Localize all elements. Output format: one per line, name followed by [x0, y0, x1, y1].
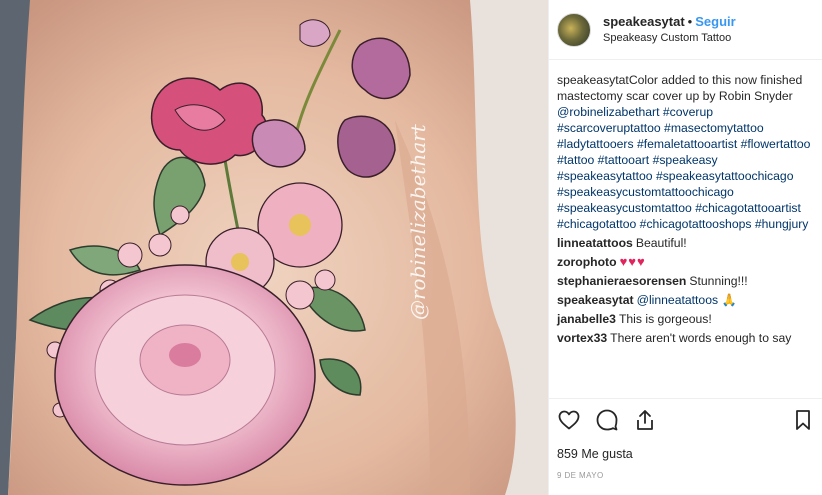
- hashtag-link[interactable]: #flowertattoo: [741, 137, 811, 151]
- hashtag-link[interactable]: #masectomytattoo: [664, 121, 764, 135]
- action-bar: [557, 407, 815, 433]
- comment-item: zorophoto ♥♥♥: [557, 254, 815, 270]
- post-photo[interactable]: @robinelizabethart: [0, 0, 548, 495]
- caption-username[interactable]: speakeasytat: [557, 73, 629, 87]
- hashtag-link[interactable]: #femaletattooartist: [637, 137, 737, 151]
- likes-count[interactable]: 859 Me gusta: [557, 447, 815, 461]
- hashtag-link[interactable]: #speakeasy: [653, 153, 718, 167]
- hashtag-link[interactable]: #chicagotattooartist: [695, 201, 801, 215]
- comment-icon[interactable]: [595, 408, 619, 432]
- comment-username[interactable]: speakeasytat: [557, 293, 634, 307]
- hashtag-link[interactable]: #speakeasytattoochicago: [656, 169, 794, 183]
- comment-text: There aren't words enough to say: [610, 331, 792, 345]
- comment-item: janabelle3 This is gorgeous!: [557, 311, 815, 327]
- comment-username[interactable]: stephanieraesorensen: [557, 274, 686, 288]
- share-icon[interactable]: [633, 408, 657, 432]
- heart-emoji-icon: ♥♥♥: [619, 254, 646, 269]
- location-link[interactable]: Speakeasy Custom Tattoo: [603, 30, 736, 47]
- comment-item: speakeasytat @linneatattoos 🙏: [557, 292, 815, 308]
- comment-username[interactable]: linneatattoos: [557, 236, 633, 250]
- comments-list[interactable]: speakeasytatColor added to this now fini…: [549, 60, 822, 398]
- comment-item: vortex33 There aren't words enough to say: [557, 330, 815, 346]
- comment-mention[interactable]: @linneatattoos: [637, 293, 719, 307]
- hashtag-link[interactable]: #tattooart: [598, 153, 650, 167]
- comment-username[interactable]: janabelle3: [557, 312, 616, 326]
- avatar[interactable]: [557, 12, 591, 47]
- hashtag-link[interactable]: #tattoo: [557, 153, 594, 167]
- heart-icon[interactable]: [557, 408, 581, 432]
- header-separator: •: [687, 13, 693, 29]
- caption: speakeasytatColor added to this now fini…: [557, 72, 815, 232]
- bookmark-icon[interactable]: [791, 408, 815, 432]
- hashtag-link[interactable]: #chicagotattooshops: [640, 217, 752, 231]
- hashtag-link[interactable]: #speakeasytattoo: [557, 169, 653, 183]
- post-side-panel: speakeasytat • Seguir Speakeasy Custom Tat…: [548, 0, 822, 495]
- caption-mention[interactable]: @robinelizabethart: [557, 105, 659, 119]
- tattoo-photo-illustration: @robinelizabethart: [0, 0, 548, 495]
- hashtag-link[interactable]: #speakeasycustomtattoo: [557, 201, 692, 215]
- comment-text: Beautiful!: [635, 236, 687, 250]
- comment-username[interactable]: vortex33: [557, 331, 607, 345]
- caption-hashtags: #coverup #scarcoveruptattoo #masectomyta…: [557, 105, 810, 231]
- comment-item: linneatattoos Beautiful!: [557, 235, 815, 251]
- post-header: speakeasytat • Seguir Speakeasy Custom Tat…: [549, 0, 822, 60]
- comment-text: Stunning!!!: [689, 274, 748, 288]
- header-username[interactable]: speakeasytat: [603, 14, 685, 29]
- post-date[interactable]: 9 DE MAYO: [557, 471, 815, 480]
- hashtag-link[interactable]: #chicagotattoo: [557, 217, 636, 231]
- photo-watermark: @robinelizabethart: [406, 123, 430, 320]
- comment-username[interactable]: zorophoto: [557, 255, 617, 269]
- post-actions: 859 Me gusta 9 DE MAYO: [549, 398, 822, 495]
- follow-button[interactable]: Seguir: [695, 14, 735, 29]
- hashtag-link[interactable]: #ladytattooers: [557, 137, 634, 151]
- hashtag-link[interactable]: #coverup: [663, 105, 713, 119]
- tattoo-chrysanthemum: [54, 264, 316, 486]
- hashtag-link[interactable]: #scarcoveruptattoo: [557, 121, 661, 135]
- comment-item: stephanieraesorensen Stunning!!!: [557, 273, 815, 289]
- praying-hands-icon: 🙏: [721, 293, 737, 307]
- hashtag-link[interactable]: #speakeasycustomtattoochicago: [557, 185, 734, 199]
- hashtag-link[interactable]: #hungjury: [755, 217, 809, 231]
- comment-text: This is gorgeous!: [618, 312, 712, 326]
